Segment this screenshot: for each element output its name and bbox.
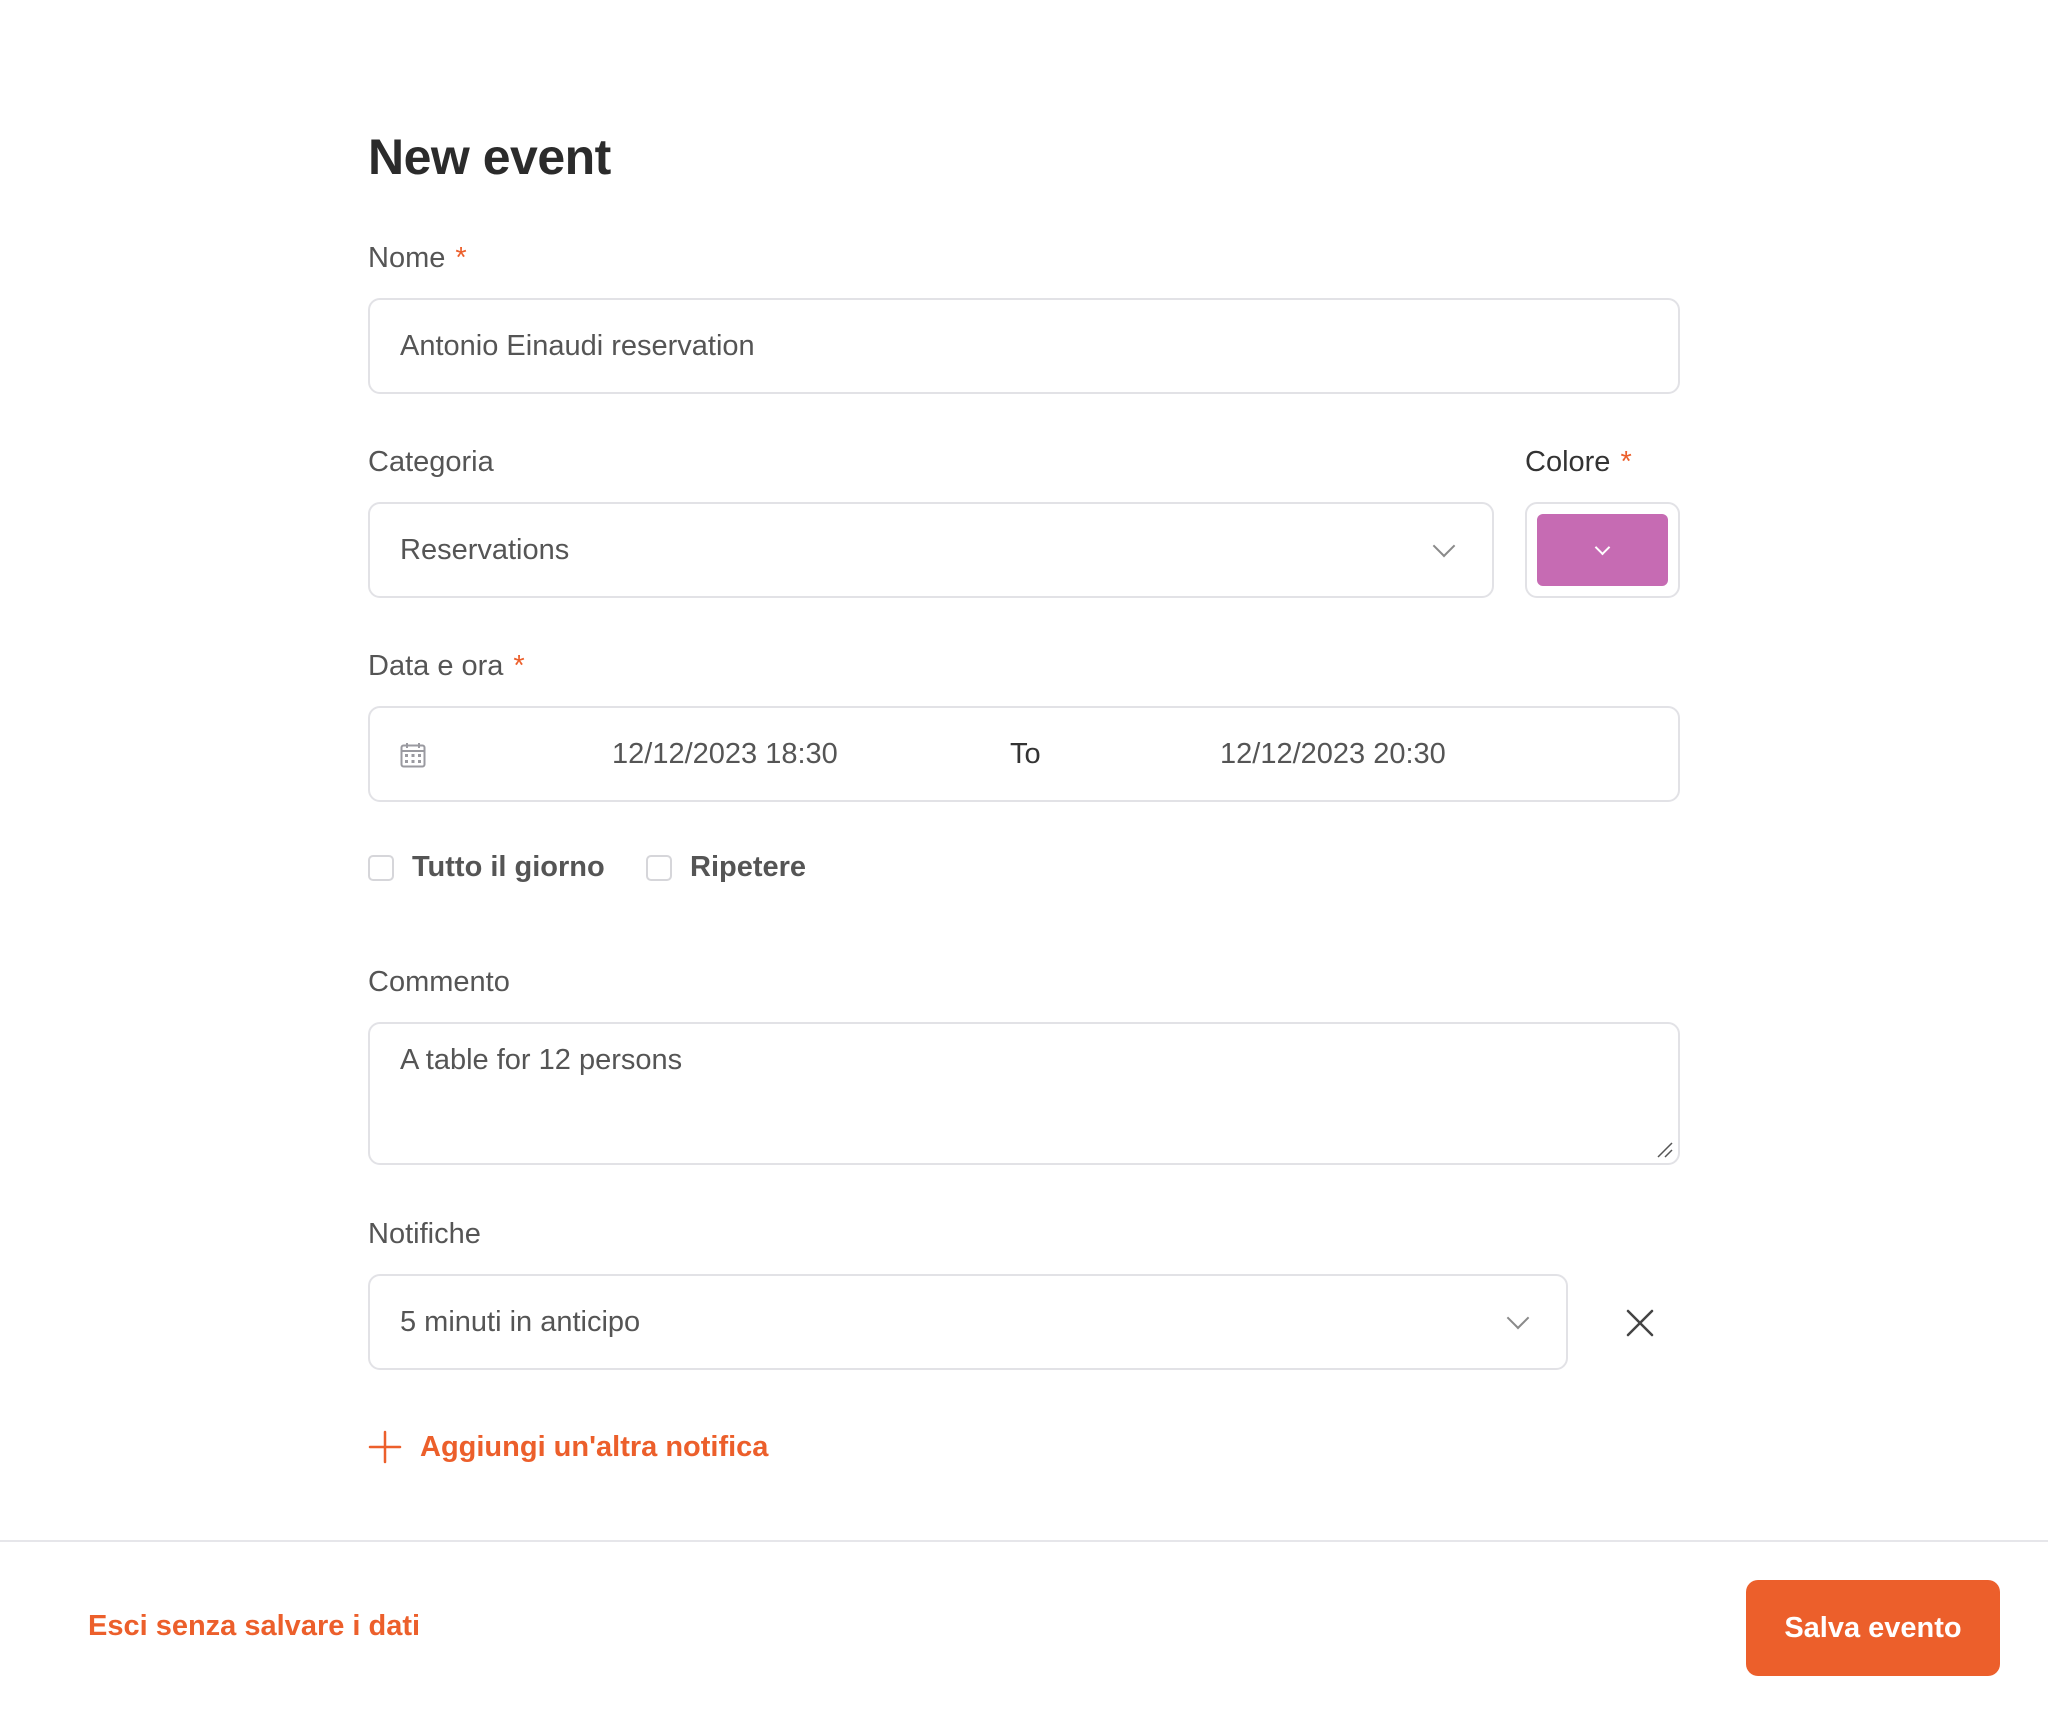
calendar-icon [400,743,426,768]
datetime-range-input[interactable]: 12/12/2023 18:30 To 12/12/2023 20:30 [368,706,1680,802]
datetime-separator: To [1010,737,1041,770]
add-notification-link[interactable]: Aggiungi un'altra notifica [368,1430,768,1464]
comment-textarea[interactable]: A table for 12 persons [368,1022,1680,1165]
required-asterisk: * [455,242,467,274]
datetime-label: Data e ora * [368,650,525,683]
chevron-down-icon [1432,534,1456,558]
notification-select-value: 5 minuti in anticipo [400,1305,641,1338]
repeat-checkbox[interactable] [646,854,672,881]
name-input-value: Antonio Einaudi reservation [400,329,755,362]
name-label: Nome * [368,242,467,275]
footer-divider [0,1540,2048,1542]
exit-without-saving-link[interactable]: Esci senza salvare i dati [88,1610,420,1643]
color-picker[interactable] [1525,502,1680,598]
resize-grip-icon[interactable] [1656,1141,1674,1159]
color-label-text: Colore [1525,446,1611,478]
all-day-option[interactable]: Tutto il giorno [368,851,605,884]
color-swatch[interactable] [1537,514,1668,586]
category-label: Categoria [368,446,494,478]
plus-icon [368,1430,402,1464]
notification-select[interactable]: 5 minuti in anticipo [368,1274,1568,1370]
comment-value: A table for 12 persons [400,1044,683,1076]
repeat-label: Ripetere [690,851,807,883]
name-input[interactable]: Antonio Einaudi reservation [368,298,1680,394]
start-datetime[interactable]: 12/12/2023 18:30 [612,708,838,800]
add-notification-label: Aggiungi un'altra notifica [420,1430,769,1463]
category-select[interactable]: Reservations [368,502,1494,598]
comment-label: Commento [368,966,510,998]
repeat-option[interactable]: Ripetere [646,851,806,884]
end-datetime[interactable]: 12/12/2023 20:30 [1220,708,1446,800]
chevron-down-icon [1506,1306,1530,1330]
all-day-checkbox[interactable] [368,854,394,881]
all-day-label: Tutto il giorno [412,851,605,883]
remove-notification-icon[interactable] [1622,1305,1658,1341]
name-label-text: Nome [368,242,446,274]
save-event-button[interactable]: Salva evento [1746,1580,2000,1676]
datetime-label-text: Data e ora [368,650,504,682]
notifications-label: Notifiche [368,1218,481,1250]
category-select-value: Reservations [400,533,570,566]
page-title: New event [368,129,611,185]
required-asterisk: * [1620,446,1632,478]
new-event-page: New event Nome * Antonio Einaudi reservat… [0,0,2048,1716]
required-asterisk: * [513,650,525,682]
chevron-down-icon [1594,539,1611,555]
color-label: Colore * [1525,446,1632,479]
